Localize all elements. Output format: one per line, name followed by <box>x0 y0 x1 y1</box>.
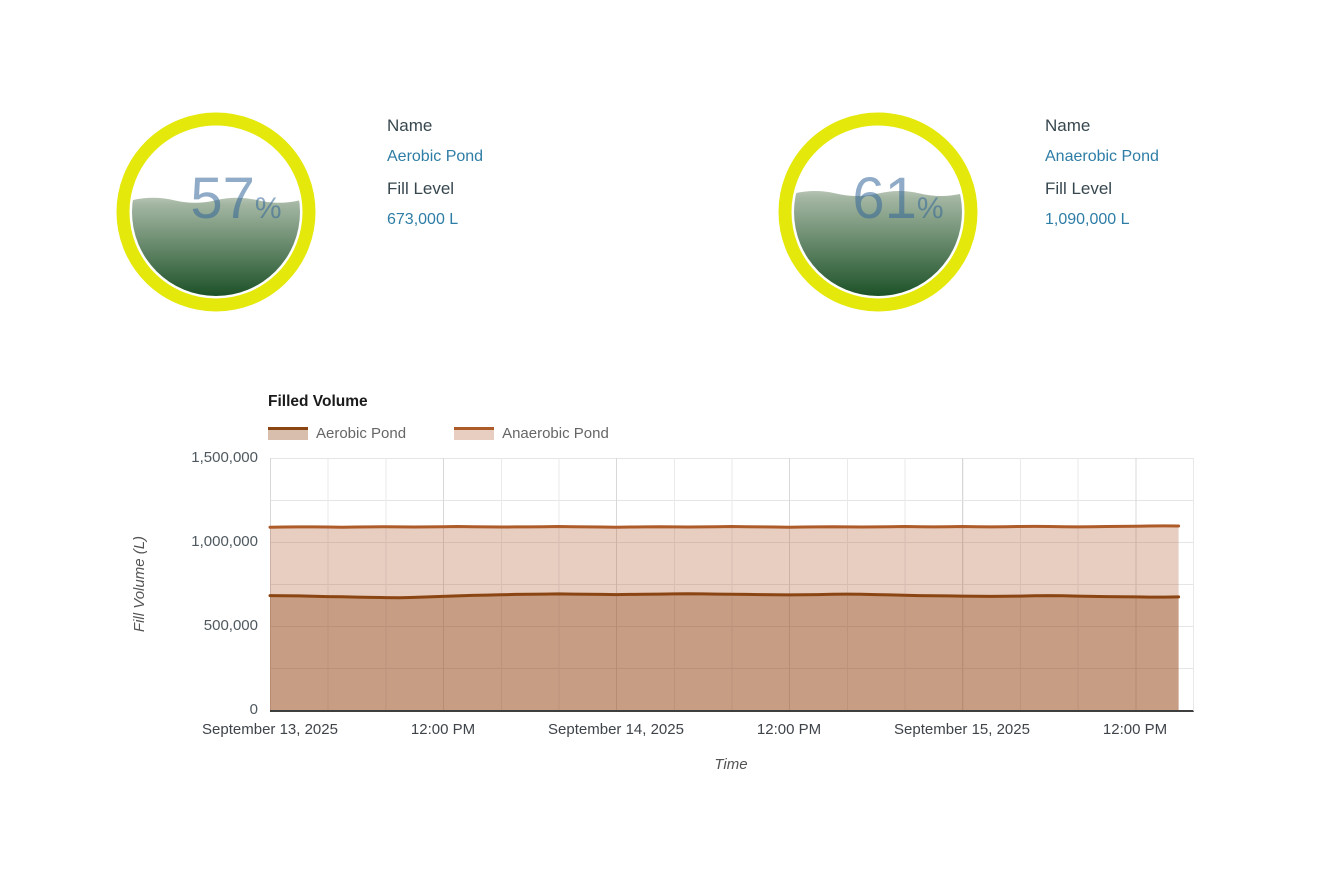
legend-swatch-aerobic <box>268 427 308 440</box>
gauge-fill-label: Fill Level <box>1045 179 1305 199</box>
x-tick-label: 12:00 PM <box>1103 721 1167 738</box>
y-tick-label: 0 <box>138 700 258 720</box>
x-tick-label: 12:00 PM <box>411 721 475 738</box>
x-tick-label: 12:00 PM <box>757 721 821 738</box>
fill-level-gauge-anaerobic: 61% <box>778 112 978 312</box>
gauge-name-value: Anaerobic Pond <box>1045 148 1305 166</box>
gauge-fill-value: 1,090,000 L <box>1045 211 1305 229</box>
area-chart-canvas <box>270 458 1193 710</box>
gauge-info-aerobic: Name Aerobic Pond Fill Level 673,000 L <box>387 116 647 242</box>
gauge-fill-label: Fill Level <box>387 179 647 199</box>
y-tick-label: 1,000,000 <box>138 532 258 552</box>
gauge-info-anaerobic: Name Anaerobic Pond Fill Level 1,090,000… <box>1045 116 1305 242</box>
legend-item-aerobic-pond[interactable]: Aerobic Pond <box>268 425 406 442</box>
x-tick-label: September 15, 2025 <box>894 721 1030 738</box>
gauge-percent-label: 61% <box>852 166 943 231</box>
x-axis-title: Time <box>714 756 747 773</box>
legend-label: Anaerobic Pond <box>502 425 609 442</box>
gauge-fill-value: 673,000 L <box>387 211 647 229</box>
gauge-name-value: Aerobic Pond <box>387 148 647 166</box>
legend-swatch-anaerobic <box>454 427 494 440</box>
legend-label: Aerobic Pond <box>316 425 406 442</box>
fill-level-gauge-aerobic: 57% <box>116 112 316 312</box>
x-tick-label: September 14, 2025 <box>548 721 684 738</box>
chart-legend: Aerobic Pond Anaerobic Pond <box>268 425 657 442</box>
chart-plot-area <box>270 458 1194 712</box>
y-tick-label: 1,500,000 <box>138 448 258 468</box>
chart-title: Filled Volume <box>268 393 368 411</box>
legend-item-anaerobic-pond[interactable]: Anaerobic Pond <box>454 425 609 442</box>
gauge-name-label: Name <box>1045 116 1305 136</box>
gauge-name-label: Name <box>387 116 647 136</box>
y-tick-label: 500,000 <box>138 616 258 636</box>
x-tick-label: September 13, 2025 <box>202 721 338 738</box>
gauge-percent-label: 57% <box>190 166 281 231</box>
y-axis-title: Fill Volume (L) <box>131 504 151 664</box>
